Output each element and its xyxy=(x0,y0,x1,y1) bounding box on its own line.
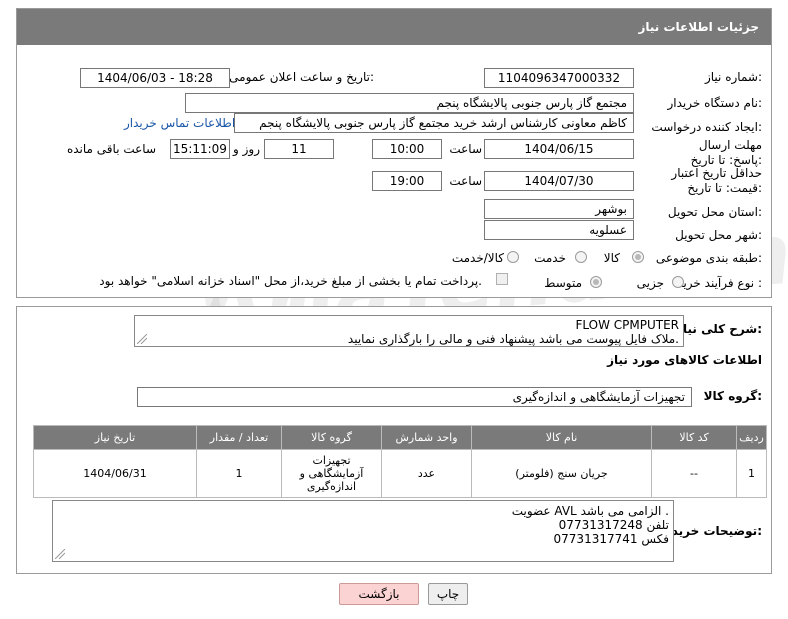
need-number-label: شماره نیاز: xyxy=(704,70,762,84)
buyer-org-field: مجتمع گاز پارس جنوبی پالایشگاه پنجم xyxy=(185,93,634,113)
process-option-medium: متوسط xyxy=(544,276,582,290)
process-option-minor: جزیی xyxy=(636,276,664,290)
col-qty: تعداد / مقدار xyxy=(196,425,282,450)
buyer-notes-line-1: عضویت AVL الزامی می باشد . xyxy=(511,504,669,518)
announce-field: 1404/06/03 - 18:28 xyxy=(80,68,230,88)
description-line-1: FLOW CPMPUTER xyxy=(575,318,679,332)
print-button[interactable]: چاپ xyxy=(428,583,468,605)
buyer-notes-line-2: تلفن 07731317248 xyxy=(558,518,669,532)
buyer-notes-label: توضیحات خریدار: xyxy=(660,524,762,538)
cell-qty: 1 xyxy=(196,449,282,498)
deadline-time-field: 10:00 xyxy=(372,139,442,159)
buyer-notes-line-3: فکس 07731317741 xyxy=(553,532,669,546)
category-radio-goods-service[interactable] xyxy=(507,251,519,263)
category-radio-goods[interactable] xyxy=(632,251,644,263)
cell-group: تجهیزات آزمایشگاهی و اندازه‌گیری xyxy=(281,449,382,498)
category-option-goods: کالا xyxy=(603,251,620,265)
process-radio-minor[interactable] xyxy=(672,276,684,288)
resize-grip-icon[interactable] xyxy=(137,334,147,344)
col-name: نام کالا xyxy=(471,425,652,450)
category-label: طبقه بندی موضوعی: xyxy=(655,251,762,265)
goods-table: ردیف کد کالا نام کالا واحد شمارش گروه کا… xyxy=(33,425,767,498)
validity-time-field: 19:00 xyxy=(372,171,442,191)
days-remaining-field: 11 xyxy=(264,139,334,159)
province-field: بوشهر xyxy=(484,199,634,219)
description-label: شرح کلی نیاز: xyxy=(676,322,762,336)
validity-time-label: ساعت xyxy=(449,174,482,188)
remaining-time-field: 15:11:09 xyxy=(170,139,230,159)
announce-label: تاریخ و ساعت اعلان عمومی: xyxy=(229,70,374,84)
col-unit: واحد شمارش xyxy=(381,425,472,450)
days-label: روز و xyxy=(233,142,260,156)
deadline-label: مهلت ارسال پاسخ: تا تاریخ: xyxy=(690,138,762,167)
cell-row: 1 xyxy=(736,449,767,498)
resize-grip-icon[interactable] xyxy=(55,549,65,559)
category-option-goods-service: کالا/خدمت xyxy=(451,251,504,265)
table-row: 1 -- جریان سنج (فلومتر) عدد تجهیزات آزما… xyxy=(33,449,767,498)
col-row: ردیف xyxy=(736,425,767,450)
price-validity-label: حداقل تاریخ اعتبار قیمت: تا تاریخ: xyxy=(671,166,762,195)
col-group: گروه کالا xyxy=(281,425,382,450)
creator-label: ایجاد کننده درخواست: xyxy=(651,120,762,134)
treasury-payment-note: پرداخت تمام یا بخشی از مبلغ خرید،از محل … xyxy=(99,274,482,288)
buyer-org-label: نام دستگاه خریدار: xyxy=(667,96,763,110)
goods-group-label: گروه کالا: xyxy=(703,389,762,403)
goods-group-field: تجهیزات آزمایشگاهی و اندازه‌گیری xyxy=(137,387,692,407)
validity-date-field: 1404/07/30 xyxy=(484,171,634,191)
city-label: شهر محل تحویل: xyxy=(675,228,762,242)
cell-unit: عدد xyxy=(381,449,472,498)
panel-title: جزئیات اطلاعات نیاز xyxy=(17,9,771,45)
city-field: عسلویه xyxy=(484,220,634,240)
remaining-time-label: ساعت باقی مانده xyxy=(66,142,156,156)
process-radio-medium[interactable] xyxy=(590,276,602,288)
description-line-2: ملاک فایل پیوست می باشد پیشنهاد فنی و ما… xyxy=(347,332,679,346)
province-label: استان محل تحویل: xyxy=(667,205,762,219)
cell-code: -- xyxy=(651,449,737,498)
cell-name: جریان سنج (فلومتر) xyxy=(471,449,652,498)
treasury-payment-checkbox[interactable] xyxy=(496,273,508,285)
process-label: نوع فرآیند خرید : xyxy=(677,276,762,290)
buyer-contact-link[interactable]: اطلاعات تماس خریدار xyxy=(124,116,235,130)
cell-date: 1404/06/31 xyxy=(33,449,197,498)
description-textarea[interactable]: FLOW CPMPUTER ملاک فایل پیوست می باشد پی… xyxy=(134,315,684,347)
col-date: تاریخ نیاز xyxy=(33,425,197,450)
deadline-date-field: 1404/06/15 xyxy=(484,139,634,159)
col-code: کد کالا xyxy=(651,425,737,450)
back-button[interactable]: بازگشت xyxy=(339,583,419,605)
creator-field: کاظم معاونی کارشناس ارشد خرید مجتمع گاز … xyxy=(234,113,634,133)
category-radio-service[interactable] xyxy=(575,251,587,263)
deadline-time-label: ساعت xyxy=(449,142,482,156)
need-number-field: 1104096347000332 xyxy=(484,68,634,88)
buyer-notes-textarea[interactable]: عضویت AVL الزامی می باشد . تلفن 07731317… xyxy=(52,500,674,562)
goods-section-title: اطلاعات کالاهای مورد نیاز xyxy=(607,353,762,367)
category-option-service: خدمت xyxy=(534,251,566,265)
